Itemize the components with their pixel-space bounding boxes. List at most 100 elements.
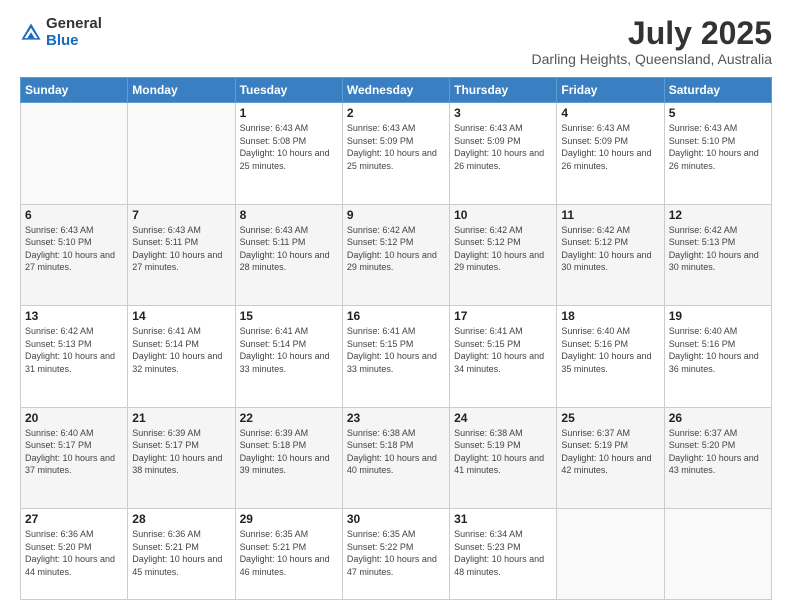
day-number: 17 bbox=[454, 309, 552, 323]
day-number: 4 bbox=[561, 106, 659, 120]
table-row: 24 Sunrise: 6:38 AMSunset: 5:19 PMDayligh… bbox=[450, 407, 557, 508]
day-number: 6 bbox=[25, 208, 123, 222]
table-row: 30Sunrise: 6:35 AMSunset: 5:22 PMDayligh… bbox=[342, 509, 449, 600]
table-row: 28 Sunrise: 6:36 AMSunset: 5:21 PMDayligh… bbox=[128, 509, 235, 600]
location: Darling Heights, Queensland, Australia bbox=[532, 51, 772, 67]
day-number: 5 bbox=[669, 106, 767, 120]
day-info: Sunrise: 6:35 AMSunset: 5:21 PMDaylight:… bbox=[240, 528, 338, 578]
calendar-table: Sunday Monday Tuesday Wednesday Thursday… bbox=[20, 77, 772, 600]
table-row: 20 Sunrise: 6:40 AMSunset: 5:17 PMDayligh… bbox=[21, 407, 128, 508]
table-row: 19Sunrise: 6:40 AMSunset: 5:16 PMDayligh… bbox=[664, 306, 771, 407]
table-row bbox=[21, 103, 128, 204]
day-info: Sunrise: 6:37 AMSunset: 5:19 PMDaylight:… bbox=[561, 427, 659, 477]
table-row: 2 Sunrise: 6:43 AMSunset: 5:09 PMDaylight… bbox=[342, 103, 449, 204]
day-number: 9 bbox=[347, 208, 445, 222]
day-info: Sunrise: 6:39 AMSunset: 5:17 PMDaylight:… bbox=[132, 427, 230, 477]
day-number: 1 bbox=[240, 106, 338, 120]
page: General Blue July 2025 Darling Heights, … bbox=[0, 0, 792, 612]
day-number: 10 bbox=[454, 208, 552, 222]
day-number: 14 bbox=[132, 309, 230, 323]
col-tuesday: Tuesday bbox=[235, 78, 342, 103]
day-number: 18 bbox=[561, 309, 659, 323]
day-info: Sunrise: 6:43 AMSunset: 5:10 PMDaylight:… bbox=[669, 122, 767, 172]
table-row: 6 Sunrise: 6:43 AMSunset: 5:10 PMDaylight… bbox=[21, 204, 128, 305]
day-number: 23 bbox=[347, 411, 445, 425]
table-row: 4 Sunrise: 6:43 AMSunset: 5:09 PMDaylight… bbox=[557, 103, 664, 204]
day-info: Sunrise: 6:43 AMSunset: 5:11 PMDaylight:… bbox=[132, 224, 230, 274]
day-number: 21 bbox=[132, 411, 230, 425]
day-number: 7 bbox=[132, 208, 230, 222]
table-row: 15Sunrise: 6:41 AMSunset: 5:14 PMDayligh… bbox=[235, 306, 342, 407]
day-number: 31 bbox=[454, 512, 552, 526]
table-row: 9Sunrise: 6:42 AMSunset: 5:12 PMDaylight… bbox=[342, 204, 449, 305]
day-number: 13 bbox=[25, 309, 123, 323]
table-row: 13 Sunrise: 6:42 AMSunset: 5:13 PMDayligh… bbox=[21, 306, 128, 407]
day-info: Sunrise: 6:37 AMSunset: 5:20 PMDaylight:… bbox=[669, 427, 767, 477]
table-row bbox=[128, 103, 235, 204]
title-area: July 2025 Darling Heights, Queensland, A… bbox=[532, 16, 772, 67]
day-info: Sunrise: 6:43 AMSunset: 5:10 PMDaylight:… bbox=[25, 224, 123, 274]
day-number: 19 bbox=[669, 309, 767, 323]
table-row: 12 Sunrise: 6:42 AMSunset: 5:13 PMDayligh… bbox=[664, 204, 771, 305]
table-row: 5 Sunrise: 6:43 AMSunset: 5:10 PMDaylight… bbox=[664, 103, 771, 204]
day-info: Sunrise: 6:43 AMSunset: 5:09 PMDaylight:… bbox=[561, 122, 659, 172]
day-number: 8 bbox=[240, 208, 338, 222]
day-info: Sunrise: 6:42 AMSunset: 5:12 PMDaylight:… bbox=[454, 224, 552, 274]
table-row: 21 Sunrise: 6:39 AMSunset: 5:17 PMDayligh… bbox=[128, 407, 235, 508]
table-row: 29 Sunrise: 6:35 AMSunset: 5:21 PMDayligh… bbox=[235, 509, 342, 600]
month-year: July 2025 bbox=[532, 16, 772, 51]
logo: General Blue bbox=[20, 16, 102, 49]
day-info: Sunrise: 6:40 AMSunset: 5:16 PMDaylight:… bbox=[561, 325, 659, 375]
day-info: Sunrise: 6:43 AMSunset: 5:09 PMDaylight:… bbox=[347, 122, 445, 172]
day-number: 26 bbox=[669, 411, 767, 425]
calendar-week-row: 27Sunrise: 6:36 AMSunset: 5:20 PMDayligh… bbox=[21, 509, 772, 600]
day-number: 22 bbox=[240, 411, 338, 425]
col-monday: Monday bbox=[128, 78, 235, 103]
day-info: Sunrise: 6:42 AMSunset: 5:13 PMDaylight:… bbox=[669, 224, 767, 274]
day-info: Sunrise: 6:36 AMSunset: 5:21 PMDaylight:… bbox=[132, 528, 230, 578]
col-wednesday: Wednesday bbox=[342, 78, 449, 103]
table-row: 25 Sunrise: 6:37 AMSunset: 5:19 PMDayligh… bbox=[557, 407, 664, 508]
col-thursday: Thursday bbox=[450, 78, 557, 103]
table-row: 14Sunrise: 6:41 AMSunset: 5:14 PMDayligh… bbox=[128, 306, 235, 407]
day-info: Sunrise: 6:43 AMSunset: 5:09 PMDaylight:… bbox=[454, 122, 552, 172]
day-number: 24 bbox=[454, 411, 552, 425]
header: General Blue July 2025 Darling Heights, … bbox=[20, 16, 772, 67]
day-info: Sunrise: 6:38 AMSunset: 5:19 PMDaylight:… bbox=[454, 427, 552, 477]
col-sunday: Sunday bbox=[21, 78, 128, 103]
day-number: 20 bbox=[25, 411, 123, 425]
table-row bbox=[664, 509, 771, 600]
calendar-week-row: 13 Sunrise: 6:42 AMSunset: 5:13 PMDayligh… bbox=[21, 306, 772, 407]
table-row: 31Sunrise: 6:34 AMSunset: 5:23 PMDayligh… bbox=[450, 509, 557, 600]
table-row bbox=[557, 509, 664, 600]
table-row: 7 Sunrise: 6:43 AMSunset: 5:11 PMDaylight… bbox=[128, 204, 235, 305]
calendar-header-row: Sunday Monday Tuesday Wednesday Thursday… bbox=[21, 78, 772, 103]
table-row: 3 Sunrise: 6:43 AMSunset: 5:09 PMDaylight… bbox=[450, 103, 557, 204]
col-saturday: Saturday bbox=[664, 78, 771, 103]
logo-text: General Blue bbox=[46, 16, 102, 49]
day-number: 12 bbox=[669, 208, 767, 222]
day-info: Sunrise: 6:41 AMSunset: 5:15 PMDaylight:… bbox=[347, 325, 445, 375]
day-number: 2 bbox=[347, 106, 445, 120]
logo-general-text: General bbox=[46, 16, 102, 33]
day-info: Sunrise: 6:42 AMSunset: 5:13 PMDaylight:… bbox=[25, 325, 123, 375]
table-row: 17Sunrise: 6:41 AMSunset: 5:15 PMDayligh… bbox=[450, 306, 557, 407]
day-number: 25 bbox=[561, 411, 659, 425]
day-number: 3 bbox=[454, 106, 552, 120]
day-number: 27 bbox=[25, 512, 123, 526]
day-info: Sunrise: 6:43 AMSunset: 5:08 PMDaylight:… bbox=[240, 122, 338, 172]
day-number: 28 bbox=[132, 512, 230, 526]
table-row: 11Sunrise: 6:42 AMSunset: 5:12 PMDayligh… bbox=[557, 204, 664, 305]
table-row: 18 Sunrise: 6:40 AMSunset: 5:16 PMDayligh… bbox=[557, 306, 664, 407]
table-row: 10 Sunrise: 6:42 AMSunset: 5:12 PMDayligh… bbox=[450, 204, 557, 305]
day-info: Sunrise: 6:38 AMSunset: 5:18 PMDaylight:… bbox=[347, 427, 445, 477]
day-number: 29 bbox=[240, 512, 338, 526]
day-number: 30 bbox=[347, 512, 445, 526]
day-info: Sunrise: 6:42 AMSunset: 5:12 PMDaylight:… bbox=[561, 224, 659, 274]
day-info: Sunrise: 6:40 AMSunset: 5:17 PMDaylight:… bbox=[25, 427, 123, 477]
logo-blue-text: Blue bbox=[46, 33, 102, 50]
table-row: 26 Sunrise: 6:37 AMSunset: 5:20 PMDayligh… bbox=[664, 407, 771, 508]
table-row: 8Sunrise: 6:43 AMSunset: 5:11 PMDaylight… bbox=[235, 204, 342, 305]
calendar-week-row: 6 Sunrise: 6:43 AMSunset: 5:10 PMDaylight… bbox=[21, 204, 772, 305]
calendar-week-row: 1 Sunrise: 6:43 AMSunset: 5:08 PMDaylight… bbox=[21, 103, 772, 204]
